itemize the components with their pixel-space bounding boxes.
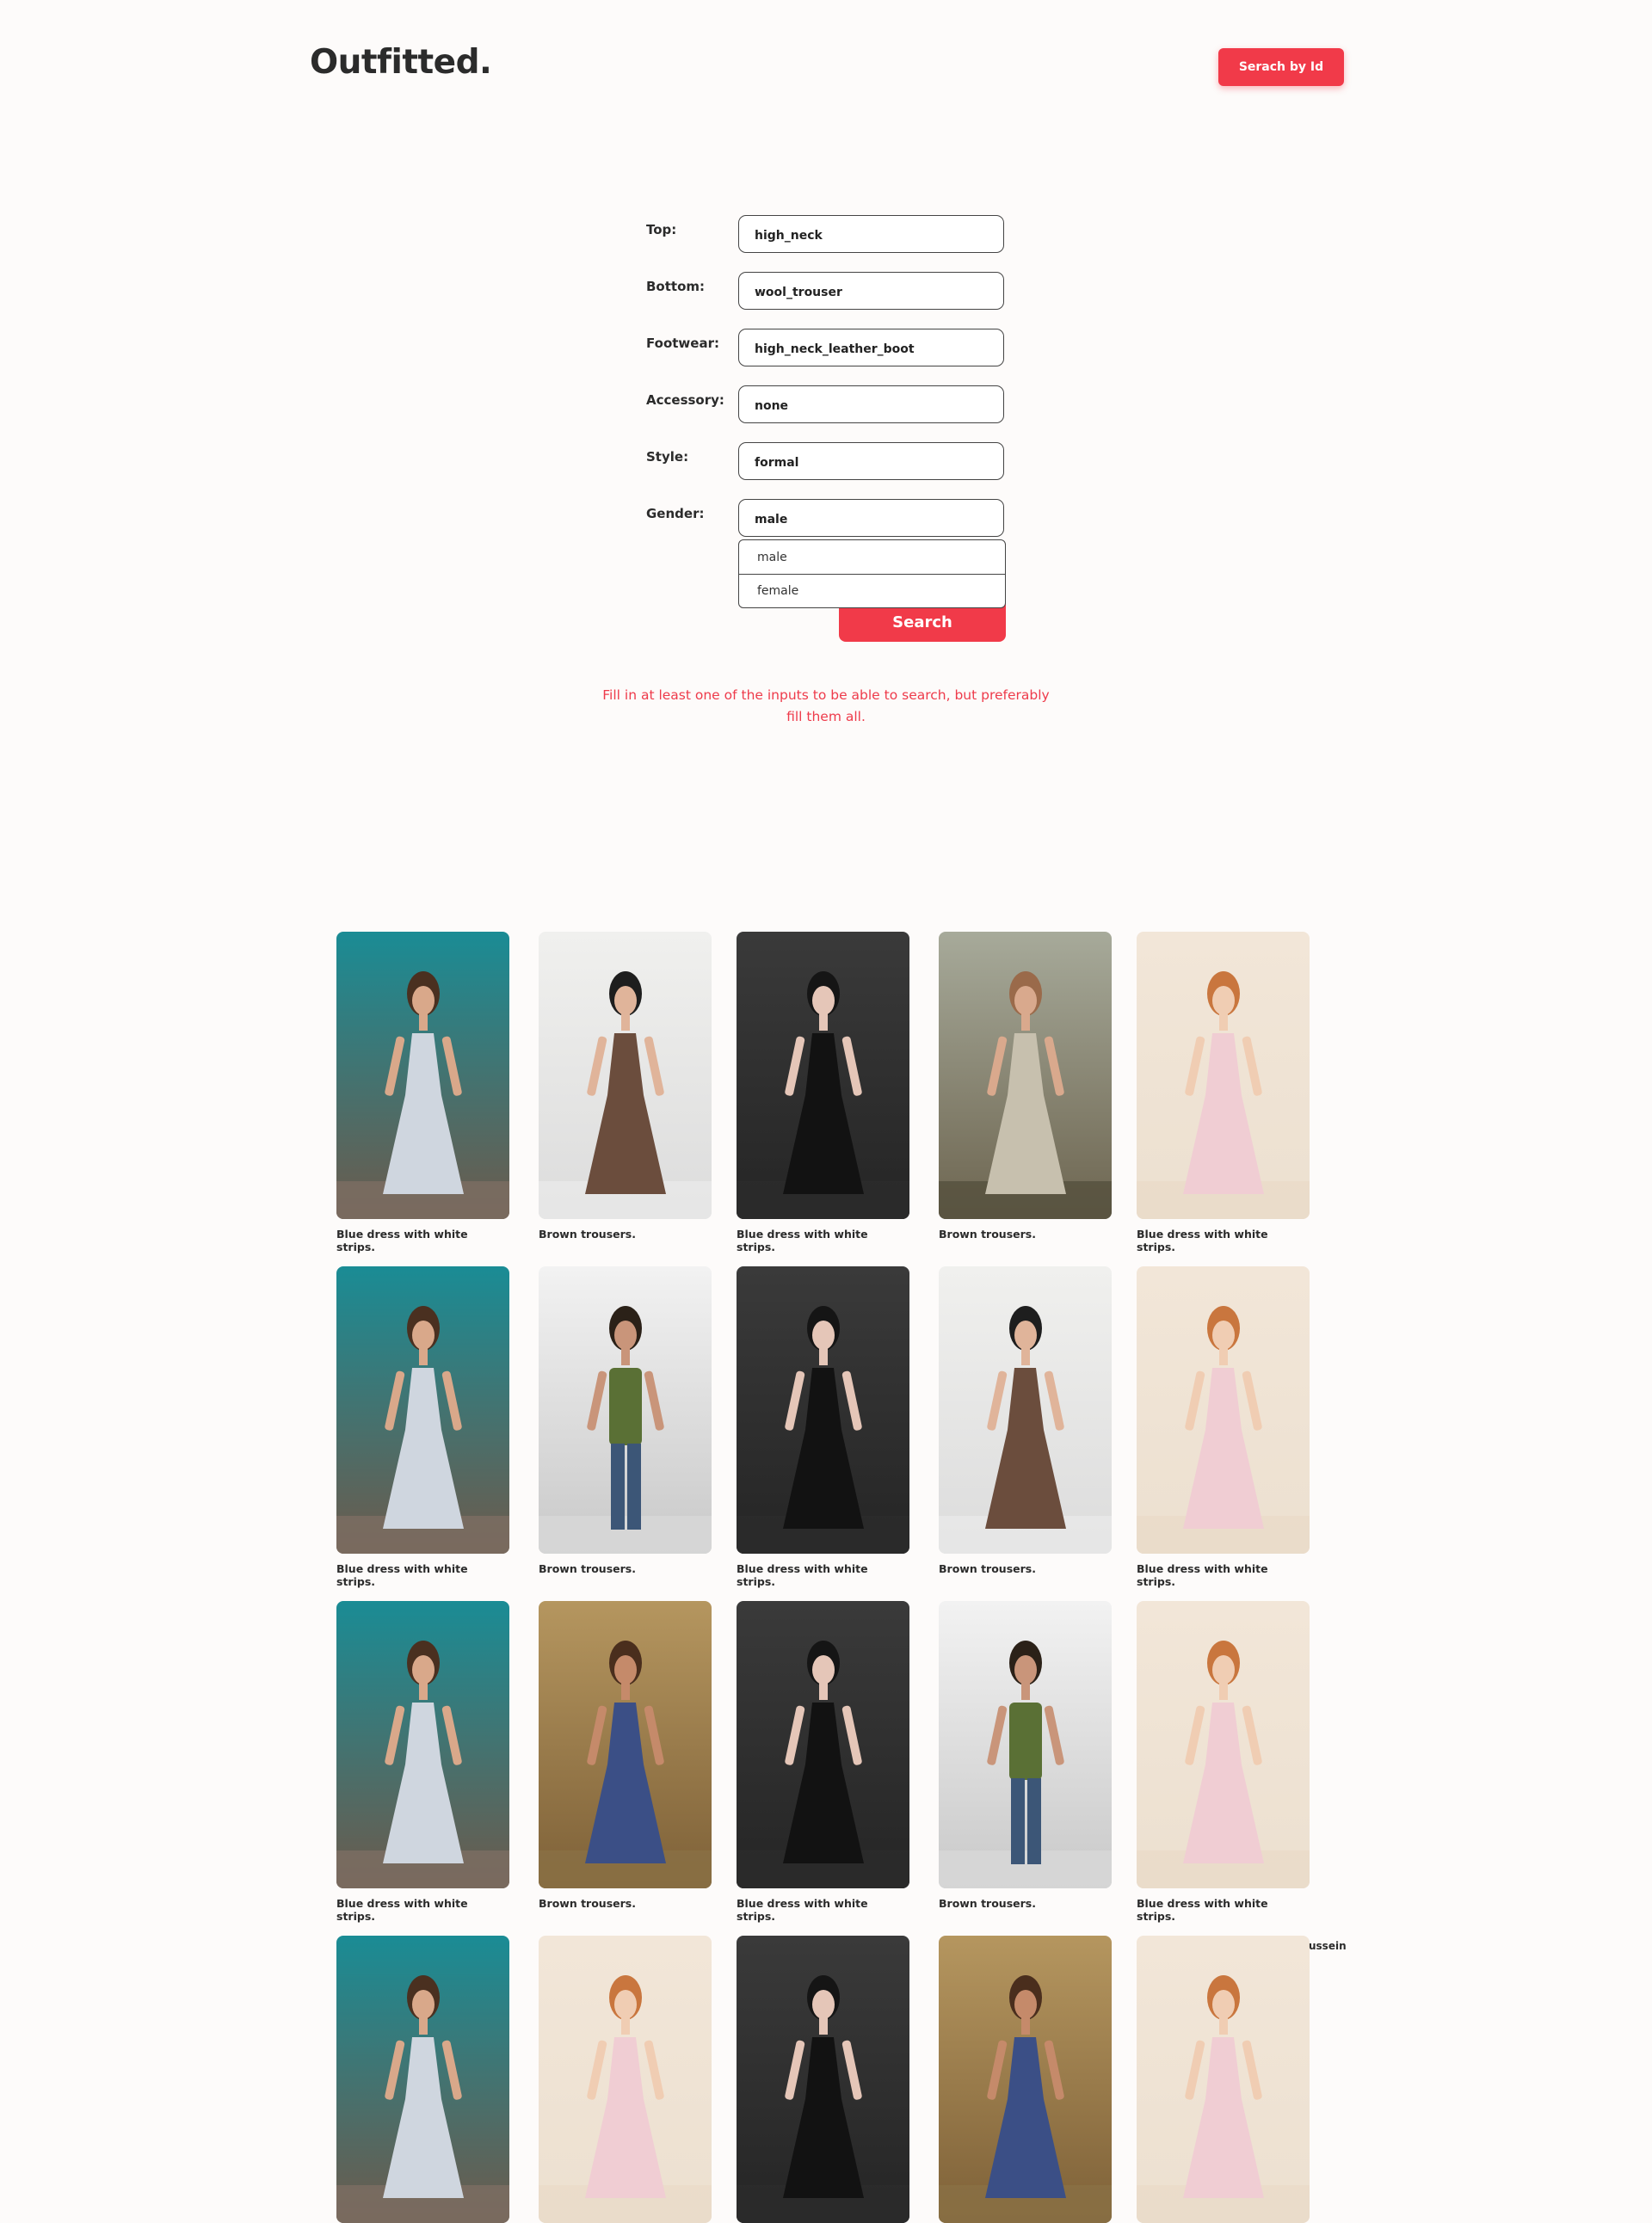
gender-dropdown: male female (738, 539, 1006, 608)
card-caption: Blue dress with white strips. (737, 1562, 868, 1588)
result-card[interactable]: Blue dress with white strips. (1137, 1601, 1310, 1923)
outfit-photo[interactable] (539, 1601, 712, 1888)
footwear-input[interactable]: high_neck_leather_boot (738, 329, 1004, 366)
outfit-photo[interactable] (1137, 932, 1310, 1219)
footwear-label: Footwear: (646, 336, 719, 351)
outfit-photo[interactable] (737, 1601, 909, 1888)
gender-option-male[interactable]: male (739, 540, 1005, 574)
card-caption: Blue dress with white strips. (737, 1228, 868, 1253)
accessory-label: Accessory: (646, 392, 724, 408)
bottom-input[interactable]: wool_trouser (738, 272, 1004, 310)
card-caption: Blue dress with white strips. (336, 1562, 468, 1588)
gender-option-female[interactable]: female (739, 574, 1005, 607)
result-card[interactable]: Blue dress with white strips. (1137, 932, 1310, 1253)
card-caption: Blue dress with white strips. (737, 1897, 868, 1923)
outfit-photo[interactable] (336, 1601, 509, 1888)
outfit-photo[interactable] (939, 1601, 1112, 1888)
card-caption: Brown trousers. (539, 1228, 636, 1241)
result-card[interactable] (737, 1936, 909, 2223)
result-card[interactable]: Blue dress with white strips. (336, 932, 509, 1253)
result-card[interactable] (1137, 1936, 1310, 2223)
gender-label: Gender: (646, 506, 705, 521)
form-row-bottom: Bottom: wool_trouser (646, 272, 1008, 311)
card-caption: Blue dress with white strips. (336, 1897, 468, 1923)
result-card[interactable]: Blue dress with white strips. (1137, 1266, 1310, 1588)
result-card[interactable]: Brown trousers. (939, 932, 1112, 1241)
result-card[interactable]: Blue dress with white strips. (737, 1601, 909, 1923)
search-by-id-button[interactable]: Serach by Id (1218, 48, 1344, 86)
top-input[interactable]: high_neck (738, 215, 1004, 253)
card-caption: Blue dress with white strips. (1137, 1228, 1268, 1253)
outfit-photo[interactable] (336, 932, 509, 1219)
result-card[interactable] (939, 1936, 1112, 2223)
card-caption: Blue dress with white strips. (1137, 1897, 1268, 1923)
result-card[interactable]: Blue dress with white strips. (737, 1266, 909, 1588)
outfit-photo[interactable] (737, 1936, 909, 2223)
result-card[interactable]: Brown trousers. (939, 1266, 1112, 1575)
card-caption: Brown trousers. (939, 1897, 1036, 1910)
card-caption: Blue dress with white strips. (336, 1228, 468, 1253)
outfit-photo[interactable] (939, 1266, 1112, 1554)
gender-input[interactable]: male (738, 499, 1004, 537)
outfit-photo[interactable] (336, 1266, 509, 1554)
result-card[interactable] (336, 1936, 509, 2223)
outfit-photo[interactable] (539, 1266, 712, 1554)
search-hint: Fill in at least one of the inputs to be… (602, 687, 1050, 724)
outfit-photo[interactable] (939, 932, 1112, 1219)
style-input[interactable]: formal (738, 442, 1004, 480)
stray-text: ussein (1309, 1940, 1347, 1952)
card-caption: Brown trousers. (539, 1562, 636, 1575)
accessory-input[interactable]: none (738, 385, 1004, 423)
result-card[interactable]: Brown trousers. (539, 932, 712, 1241)
style-label: Style: (646, 449, 689, 465)
bottom-label: Bottom: (646, 279, 706, 294)
form-row-footwear: Footwear: high_neck_leather_boot (646, 329, 1008, 368)
outfit-photo[interactable] (737, 1266, 909, 1554)
card-caption: Brown trousers. (939, 1562, 1036, 1575)
logo: Outfitted. (310, 43, 492, 82)
form-row-gender: Gender: male (646, 499, 1008, 539)
result-card[interactable]: Brown trousers. (939, 1601, 1112, 1910)
result-card[interactable]: Blue dress with white strips. (336, 1266, 509, 1588)
outfit-photo[interactable] (539, 1936, 712, 2223)
outfit-photo[interactable] (1137, 1266, 1310, 1554)
result-card[interactable]: Blue dress with white strips. (336, 1601, 509, 1923)
card-caption: Brown trousers. (939, 1228, 1036, 1241)
result-card[interactable]: Blue dress with white strips. (737, 932, 909, 1253)
outfit-photo[interactable] (737, 932, 909, 1219)
outfit-photo[interactable] (539, 932, 712, 1219)
result-card[interactable] (539, 1936, 712, 2223)
result-card[interactable]: Brown trousers. (539, 1266, 712, 1575)
result-card[interactable]: Brown trousers. (539, 1601, 712, 1910)
outfit-photo[interactable] (939, 1936, 1112, 2223)
form-row-top: Top: high_neck (646, 215, 1008, 255)
card-caption: Brown trousers. (539, 1897, 636, 1910)
form-row-style: Style: formal (646, 442, 1008, 482)
outfit-photo[interactable] (336, 1936, 509, 2223)
top-label: Top: (646, 222, 677, 237)
outfit-photo[interactable] (1137, 1936, 1310, 2223)
card-caption: Blue dress with white strips. (1137, 1562, 1268, 1588)
form-row-accessory: Accessory: none (646, 385, 1008, 425)
outfit-photo[interactable] (1137, 1601, 1310, 1888)
